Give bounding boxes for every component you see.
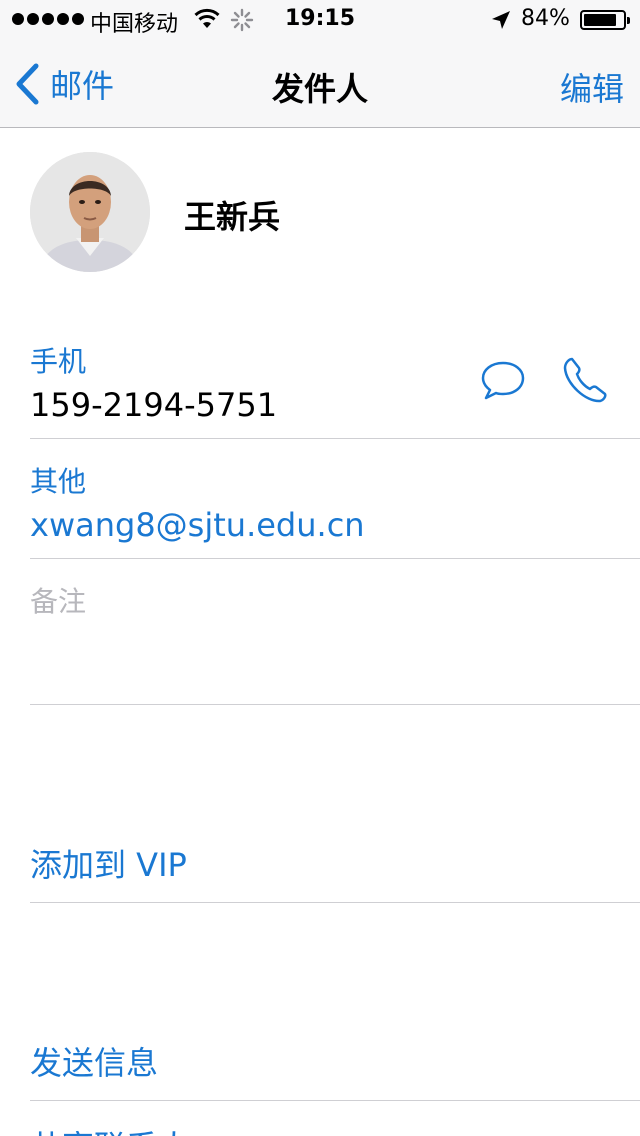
separator	[30, 902, 640, 903]
share-contact-button[interactable]: 共享联系人	[30, 1122, 190, 1136]
send-message-button[interactable]: 发送信息	[30, 1038, 158, 1084]
battery-icon	[580, 10, 630, 30]
phone-label: 手机	[30, 345, 87, 378]
contact-name: 王新兵	[184, 198, 281, 236]
separator	[30, 704, 640, 705]
edit-button[interactable]: 编辑	[560, 64, 624, 110]
battery-percentage: 84%	[521, 6, 570, 31]
location-arrow-icon	[490, 9, 512, 37]
separator	[30, 1100, 640, 1101]
notes-field[interactable]: 备注	[30, 580, 86, 620]
avatar	[30, 152, 150, 272]
navigation-bar: 邮件 发件人 编辑	[0, 40, 640, 128]
page-title: 发件人	[271, 70, 368, 108]
add-to-vip-button[interactable]: 添加到 VIP	[30, 840, 187, 886]
phone-number[interactable]: 159-2194-5751	[30, 386, 277, 424]
email-address[interactable]: xwang8@sjtu.edu.cn	[30, 506, 365, 544]
message-bubble-icon[interactable]	[480, 360, 526, 404]
status-bar: 中国移动 19:15 84%	[0, 0, 640, 40]
phone-icon[interactable]	[562, 356, 608, 408]
separator	[30, 438, 640, 439]
separator	[30, 558, 640, 559]
contact-detail-screen: 中国移动 19:15 84% 邮件 发件人 编辑 王新兵 手机 159-2194…	[0, 0, 640, 1136]
email-label: 其他	[30, 465, 87, 498]
